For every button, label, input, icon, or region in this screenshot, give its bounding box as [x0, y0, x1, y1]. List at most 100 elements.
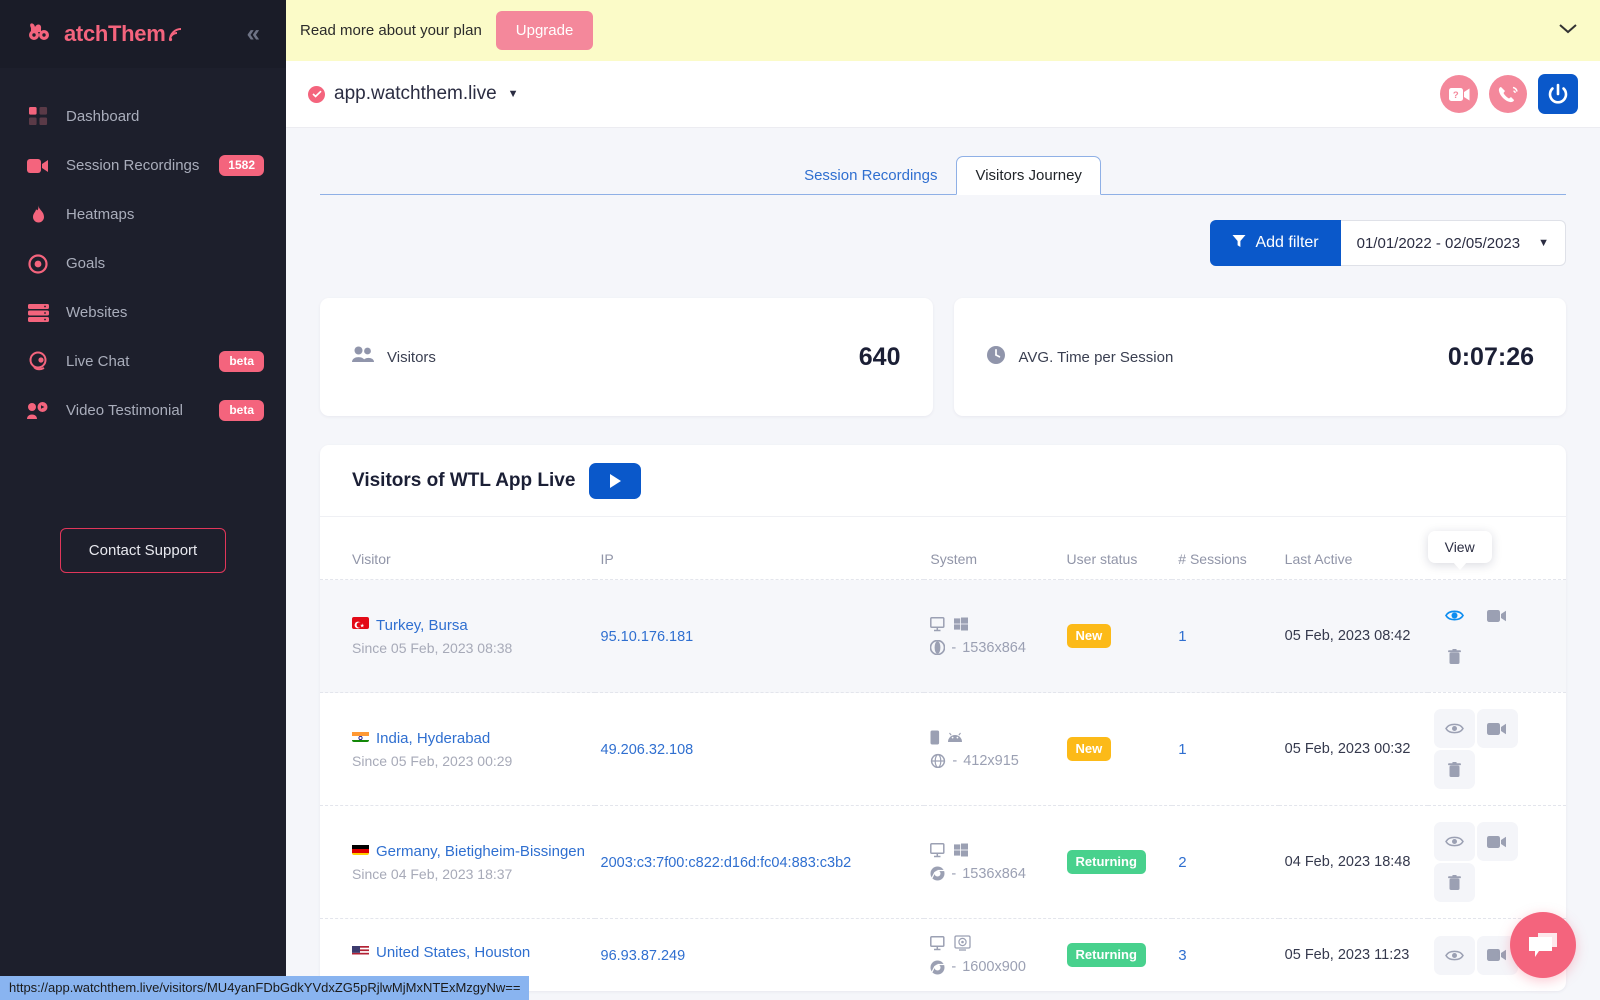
flag-in-icon: [352, 730, 369, 742]
cell-sessions: 3: [1172, 918, 1279, 991]
sidebar-collapse-button[interactable]: «: [247, 22, 260, 46]
tab-session-recordings[interactable]: Session Recordings: [785, 156, 956, 195]
stat-cards: Visitors 640 AVG. Time per Session 0:07:: [286, 266, 1600, 416]
sidebar-nav: Dashboard Session Recordings 1582 Heatma…: [0, 68, 286, 435]
sidebar-item-session-recordings[interactable]: Session Recordings 1582: [0, 141, 286, 190]
svg-text:?: ?: [1452, 90, 1458, 101]
upgrade-button[interactable]: Upgrade: [495, 11, 594, 50]
desktop-icon: [930, 842, 945, 857]
sidebar-item-label: Session Recordings: [66, 157, 200, 174]
cell-ip: 49.206.32.108: [594, 692, 925, 806]
sidebar-item-goals[interactable]: Goals: [0, 239, 286, 288]
play-icon-button[interactable]: [589, 462, 642, 499]
cell-visitor: India, Hyderabad Since 05 Feb, 2023 00:2…: [320, 692, 595, 806]
page-title: Visitors of WTL App Live: [352, 469, 576, 491]
app-root: atchThem « Dashboard Session Recordings …: [0, 0, 1600, 1000]
view-button[interactable]: [1433, 822, 1475, 861]
view-button[interactable]: [1433, 935, 1475, 975]
view-tooltip: View: [1427, 531, 1492, 570]
ip-link[interactable]: 49.206.32.108: [601, 742, 694, 758]
cell-system: - 1536x864: [924, 805, 1061, 919]
video-testimonial-beta-badge: beta: [219, 400, 264, 421]
table-head: Visitor IP System User status # Sessions…: [320, 517, 1566, 580]
date-range-picker[interactable]: 01/01/2022 - 02/05/2023 ▼: [1340, 220, 1566, 266]
sessions-link[interactable]: 1: [1178, 741, 1186, 758]
grid-icon: [26, 105, 50, 129]
ip-link[interactable]: 95.10.176.181: [601, 629, 694, 645]
help-video-icon-button[interactable]: ?: [1440, 75, 1478, 113]
site-selector[interactable]: app.watchthem.live ▼: [308, 83, 519, 105]
sidebar-item-label: Video Testimonial: [66, 402, 184, 419]
delete-button[interactable]: [1434, 637, 1475, 676]
cell-system: - 1536x864: [924, 579, 1061, 693]
tab-visitors-journey[interactable]: Visitors Journey: [956, 156, 1101, 195]
delete-button[interactable]: [1433, 750, 1475, 789]
cell-last-active: 04 Feb, 2023 18:48: [1278, 805, 1428, 919]
watch-recording-button[interactable]: [1476, 822, 1518, 861]
panel-header: Visitors of WTL App Live: [320, 445, 1566, 517]
target-icon: [26, 252, 50, 276]
sidebar-item-video-testimonial[interactable]: Video Testimonial beta: [0, 386, 286, 435]
sessions-link[interactable]: 3: [1178, 947, 1186, 964]
system-icons: [930, 842, 1054, 858]
chat-bubbles-icon: [1529, 933, 1557, 957]
flag-de-icon: [352, 843, 369, 855]
resolution-dash: -: [951, 865, 957, 882]
stat-card-left: Visitors: [352, 346, 436, 368]
opera-icon: [930, 640, 946, 655]
video-camera-icon: [1487, 835, 1507, 848]
app-logo[interactable]: atchThem: [28, 21, 183, 47]
eye-icon: [1444, 836, 1464, 847]
caret-down-icon: ▼: [1538, 237, 1549, 249]
ip-link[interactable]: 96.93.87.249: [601, 948, 686, 964]
cell-ip: 96.93.87.249: [594, 918, 925, 991]
sidebar-item-live-chat[interactable]: Live Chat beta: [0, 337, 286, 386]
sessions-link[interactable]: 2: [1178, 854, 1186, 871]
sessions-link[interactable]: 1: [1178, 628, 1186, 645]
delete-button[interactable]: [1433, 863, 1475, 902]
phone-call-icon-button[interactable]: [1489, 75, 1527, 113]
power-icon-button[interactable]: [1538, 74, 1578, 114]
last-active-label: 05 Feb, 2023 08:42: [1284, 627, 1411, 644]
add-filter-button[interactable]: Add filter: [1210, 220, 1341, 266]
visitor-link[interactable]: Germany, Bietigheim-Bissingen: [352, 842, 589, 862]
visitor-link[interactable]: India, Hyderabad: [352, 729, 589, 749]
stat-card-value: 0:07:26: [1447, 342, 1534, 371]
site-name-label: app.watchthem.live: [334, 83, 497, 104]
tab-bar: Session Recordings Visitors Journey: [320, 155, 1566, 195]
cell-last-active: 05 Feb, 2023 08:42: [1278, 579, 1428, 693]
resolution-label: 1536x864: [962, 865, 1026, 882]
server-icon: [26, 301, 50, 325]
sidebar-item-dashboard[interactable]: Dashboard: [0, 92, 286, 141]
contact-support-button[interactable]: Contact Support: [59, 528, 227, 573]
windows-icon: [954, 843, 969, 857]
chat-widget-button[interactable]: [1510, 912, 1576, 978]
sidebar-item-websites[interactable]: Websites: [0, 288, 286, 337]
system-resolution: - 1536x864: [930, 866, 1054, 882]
trash-icon: [1447, 874, 1461, 890]
watch-recording-button[interactable]: [1477, 596, 1518, 635]
visitor-country-label: United States, Houston: [376, 943, 531, 961]
video-camera-icon: [1487, 949, 1507, 961]
sidebar-item-heatmaps[interactable]: Heatmaps: [0, 190, 286, 239]
view-button[interactable]: [1433, 709, 1475, 748]
last-active-label: 05 Feb, 2023 11:23: [1284, 946, 1410, 963]
visitor-link[interactable]: United States, Houston: [352, 943, 589, 963]
column-header-sessions: # Sessions: [1178, 551, 1247, 567]
visitor-since-label: Since 05 Feb, 2023 00:29: [352, 753, 513, 770]
table-row[interactable]: Germany, Bietigheim-Bissingen Since 04 F…: [320, 805, 1566, 919]
eye-icon: [1444, 610, 1464, 621]
eye-icon: [1444, 723, 1464, 734]
resolution-label: 1536x864: [962, 639, 1026, 656]
desktop-icon: [930, 935, 945, 950]
video-icon: [26, 154, 50, 178]
visitor-link[interactable]: Turkey, Bursa: [352, 616, 589, 636]
table-row[interactable]: India, Hyderabad Since 05 Feb, 2023 00:2…: [320, 692, 1566, 806]
table-row[interactable]: Turkey, Bursa Since 05 Feb, 2023 08:38 9…: [320, 531, 1566, 693]
cell-visitor: Germany, Bietigheim-Bissingen Since 04 F…: [320, 805, 595, 919]
chevron-down-icon[interactable]: [1558, 23, 1578, 39]
watch-recording-button[interactable]: [1476, 709, 1518, 748]
view-button[interactable]: [1434, 596, 1475, 635]
ip-link[interactable]: 2003:c3:7f00:c822:d16d:fc04:883:c3b2: [601, 855, 852, 871]
linux-icon: [954, 935, 972, 951]
